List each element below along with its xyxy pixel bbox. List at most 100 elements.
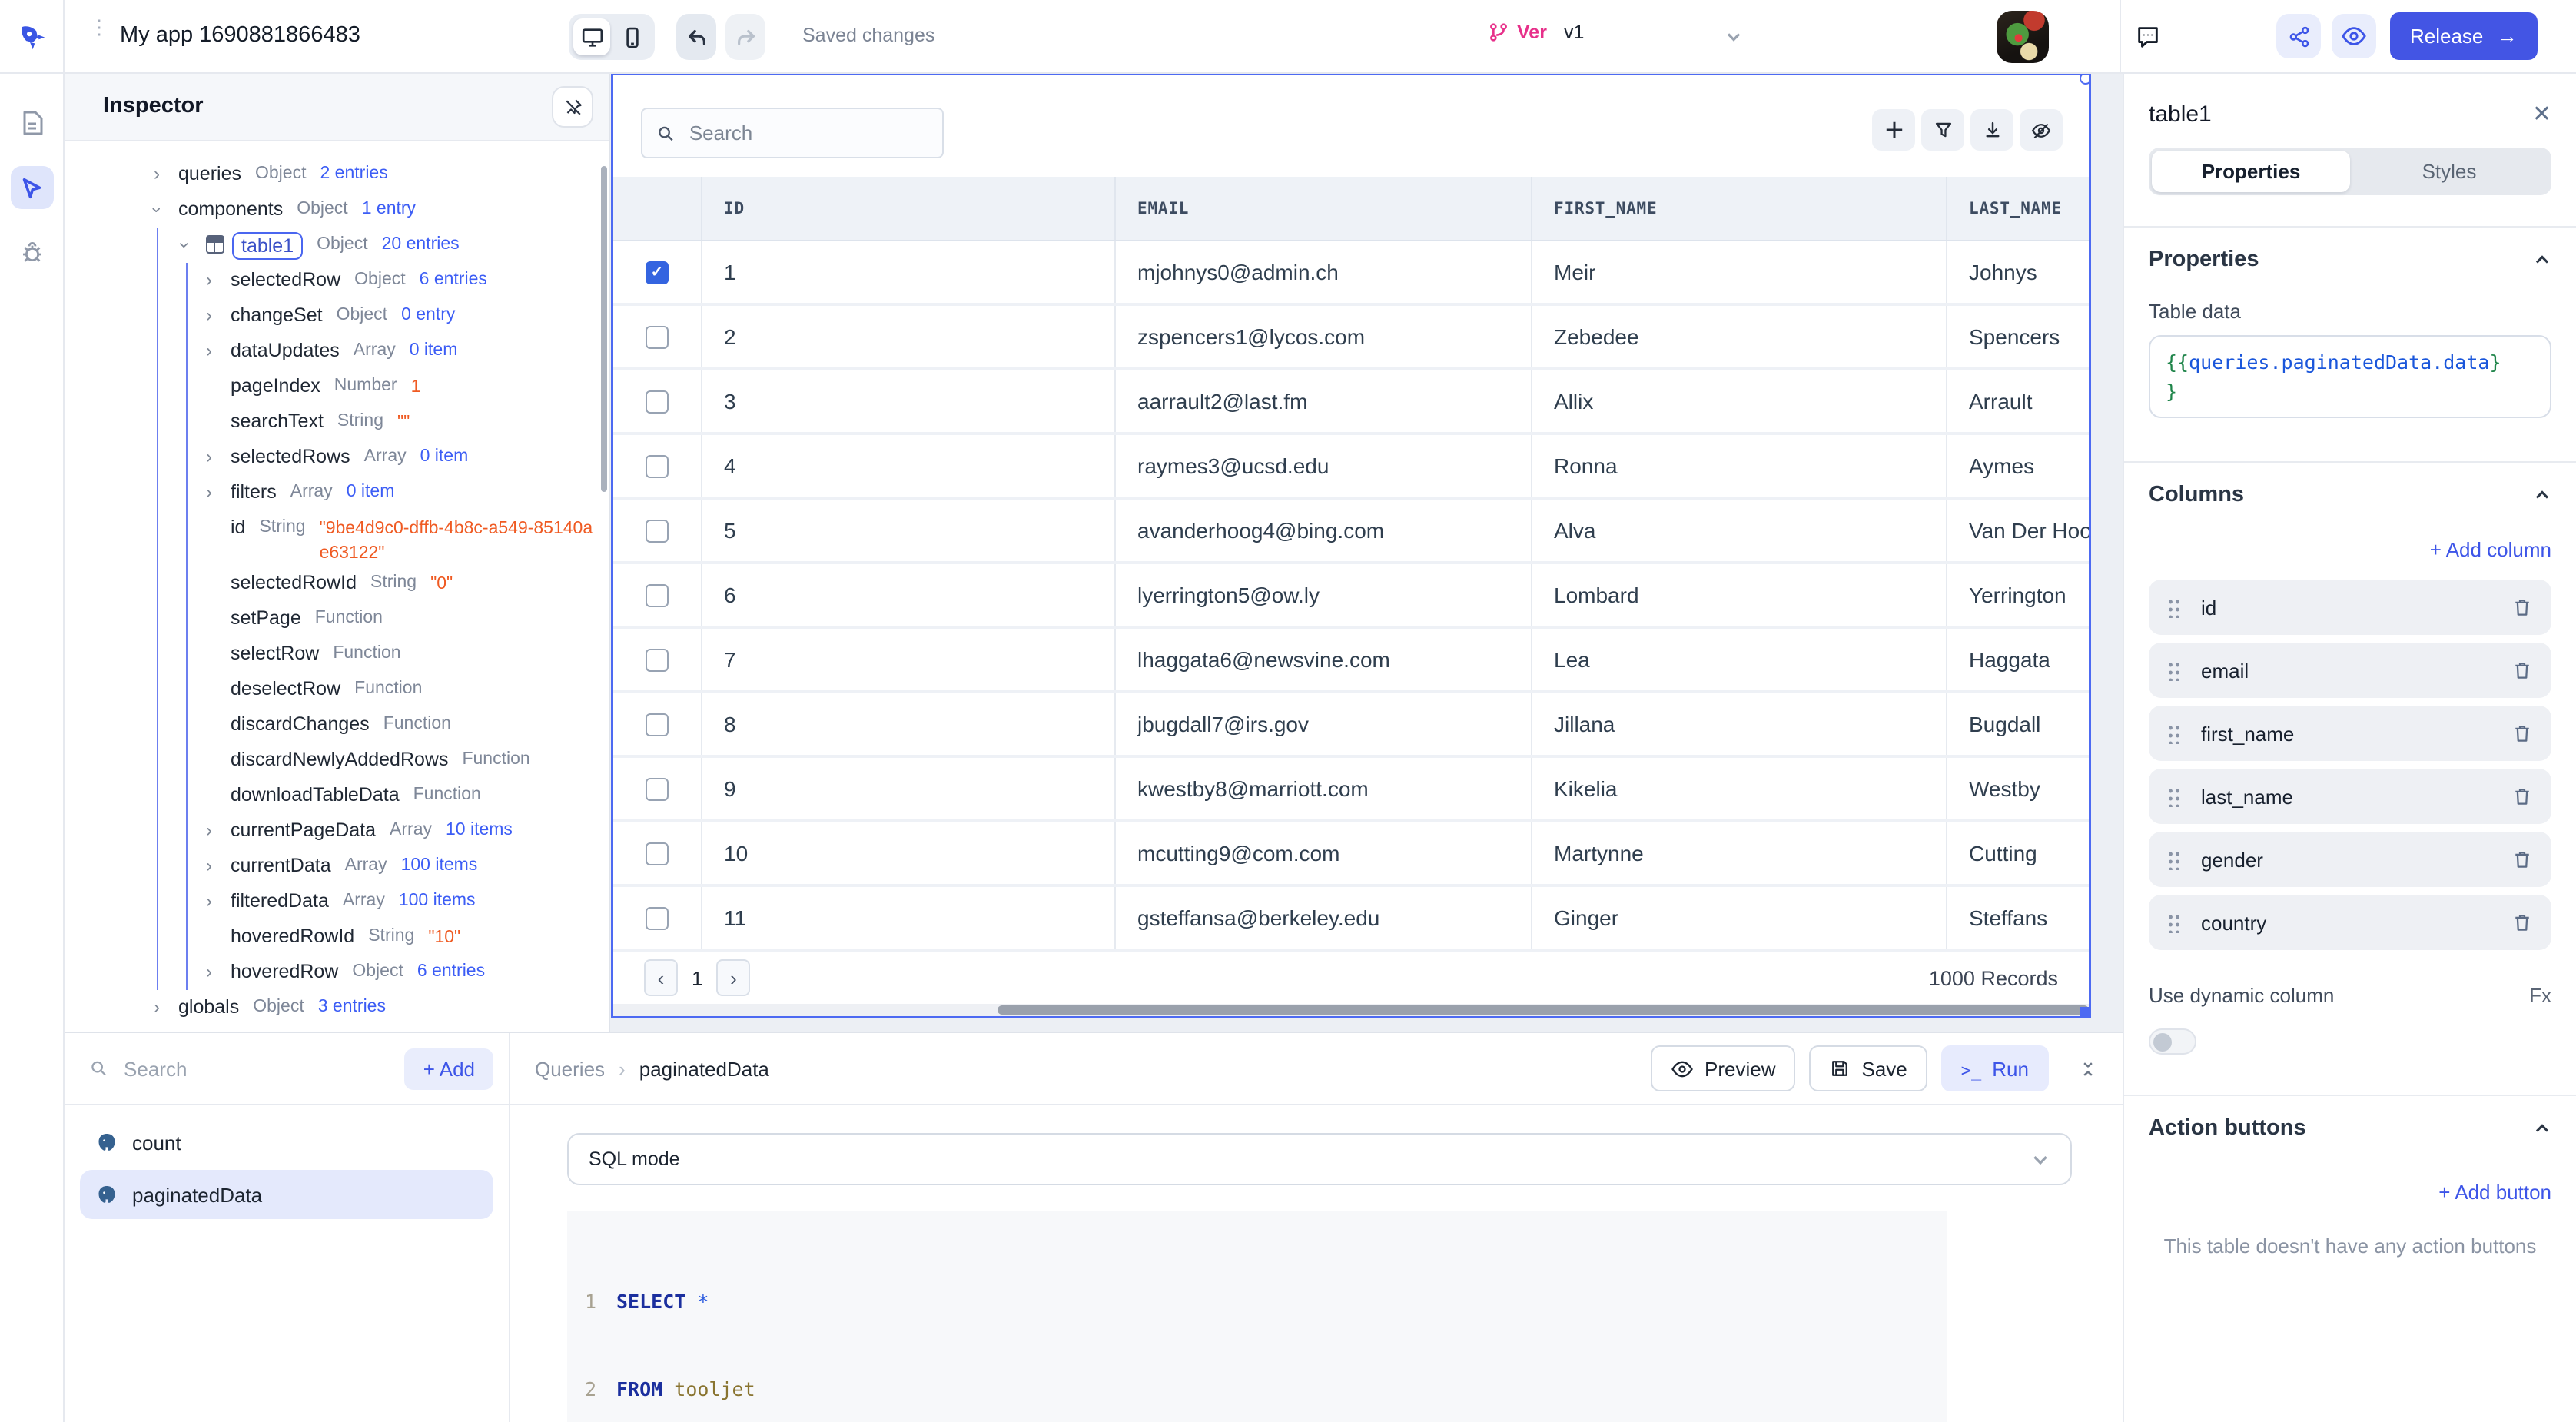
table-widget[interactable]: ID EMAIL FIRST_NAME LAST_NAME 1 mjohnys0… — [613, 75, 2089, 1016]
trash-icon[interactable] — [2511, 786, 2533, 807]
inspector-tree-item[interactable]: selectedRow Object 6 entries — [65, 263, 609, 298]
table-row[interactable]: 9 kwestby8@marriott.com Kikelia Westby — [613, 758, 2089, 822]
table-row[interactable]: 2 zspencers1@lycos.com Zebedee Spencers — [613, 306, 2089, 370]
table-row[interactable]: 1 mjohnys0@admin.ch Meir Johnys — [613, 241, 2089, 306]
inspector-tree-item[interactable]: id String "9be4d9c0-dffb-4b8c-a549-85140… — [65, 510, 609, 566]
column-item[interactable]: country — [2149, 895, 2551, 950]
unpin-button[interactable] — [552, 86, 593, 128]
chevron-icon[interactable] — [144, 1025, 169, 1032]
trash-icon[interactable] — [2511, 912, 2533, 933]
scrollbar-thumb[interactable] — [997, 1005, 2089, 1015]
comment-button[interactable] — [2135, 23, 2161, 49]
table-row[interactable]: 11 gsteffansa@berkeley.edu Ginger Steffa… — [613, 887, 2089, 952]
chevron-icon[interactable] — [197, 955, 221, 990]
cell-last-name[interactable]: Johnys — [1947, 241, 2089, 303]
table-row[interactable]: 3 aarrault2@last.fm Allix Arrault — [613, 370, 2089, 435]
table-row[interactable]: 8 jbugdall7@irs.gov Jillana Bugdall — [613, 693, 2089, 758]
trash-icon[interactable] — [2511, 723, 2533, 744]
cell-first-name[interactable]: Kikelia — [1532, 758, 1947, 819]
drag-handle-icon[interactable] — [2167, 912, 2181, 932]
fx-button[interactable]: Fx — [2529, 984, 2551, 1007]
next-page-button[interactable]: › — [716, 959, 750, 996]
cell-email[interactable]: lhaggata6@newsvine.com — [1116, 629, 1532, 690]
cell-email[interactable]: raymes3@ucsd.edu — [1116, 435, 1532, 497]
cell-email[interactable]: gsteffansa@berkeley.edu — [1116, 887, 1532, 949]
column-header[interactable]: LAST_NAME — [1947, 177, 2089, 240]
drag-handle-icon[interactable] — [2167, 597, 2181, 617]
run-button[interactable]: Run — [1941, 1045, 2049, 1091]
cell-first-name[interactable]: Alva — [1532, 500, 1947, 561]
cell-first-name[interactable]: Zebedee — [1532, 306, 1947, 367]
drag-handle-icon[interactable] — [2167, 849, 2181, 869]
cell-first-name[interactable]: Jillana — [1532, 693, 1947, 755]
query-list-item[interactable]: count — [80, 1118, 493, 1167]
preview-button[interactable]: Preview — [1651, 1045, 1796, 1091]
row-checkbox[interactable] — [646, 454, 669, 477]
debugger-button[interactable] — [10, 231, 53, 274]
column-header[interactable]: FIRST_NAME — [1532, 177, 1947, 240]
row-checkbox-cell[interactable] — [613, 500, 702, 561]
chevron-icon[interactable] — [144, 157, 169, 192]
cell-email[interactable]: aarrault2@last.fm — [1116, 370, 1532, 432]
row-checkbox-cell[interactable] — [613, 241, 702, 303]
inspector-tree-item[interactable]: filters Array 0 item — [65, 475, 609, 510]
app-title[interactable]: My app 1690881866483 — [120, 23, 360, 48]
query-mode-select[interactable]: SQL mode — [567, 1133, 2072, 1185]
chevron-up-icon[interactable] — [2533, 486, 2551, 504]
cell-first-name[interactable]: Ronna — [1532, 435, 1947, 497]
column-item[interactable]: gender — [2149, 832, 2551, 887]
table-search-input[interactable] — [686, 120, 928, 146]
download-button[interactable] — [1970, 109, 2013, 151]
collapse-panel-button[interactable] — [2078, 1058, 2098, 1078]
drag-handle-icon[interactable] — [2167, 660, 2181, 680]
chevron-icon[interactable] — [197, 334, 221, 369]
row-checkbox-cell[interactable] — [613, 306, 702, 367]
add-row-button[interactable] — [1872, 109, 1915, 151]
inspector-tree-item[interactable]: currentPageData Array 10 items — [65, 813, 609, 849]
cell-id[interactable]: 5 — [702, 500, 1116, 561]
hide-columns-button[interactable] — [2020, 109, 2063, 151]
inspector-tree-item[interactable]: deselectRow Function — [65, 672, 609, 707]
filter-button[interactable] — [1921, 109, 1964, 151]
app-canvas[interactable]: ID EMAIL FIRST_NAME LAST_NAME 1 mjohnys0… — [610, 74, 2123, 1032]
chevron-icon[interactable] — [172, 228, 197, 263]
cell-email[interactable]: mcutting9@com.com — [1116, 822, 1532, 884]
mobile-toggle-button[interactable] — [613, 18, 650, 55]
cell-last-name[interactable]: Haggata — [1947, 629, 2089, 690]
row-checkbox[interactable] — [646, 648, 669, 671]
inspector-tree-item[interactable]: components Object 1 entry — [65, 192, 609, 228]
inspector-tree-item[interactable]: currentData Array 100 items — [65, 849, 609, 884]
horizontal-scrollbar[interactable] — [613, 1004, 2089, 1016]
table-row[interactable]: 5 avanderhoog4@bing.com Alva Van Der Hoo… — [613, 500, 2089, 564]
cell-first-name[interactable]: Allix — [1532, 370, 1947, 432]
cell-id[interactable]: 2 — [702, 306, 1116, 367]
row-checkbox-cell[interactable] — [613, 887, 702, 949]
inspector-tree-item[interactable]: queries Object 2 entries — [65, 157, 609, 192]
table-row[interactable]: 7 lhaggata6@newsvine.com Lea Haggata — [613, 629, 2089, 693]
row-checkbox-cell[interactable] — [613, 822, 702, 884]
table-search[interactable] — [641, 108, 944, 158]
inspector-tree-item[interactable]: downloadTableData Function — [65, 778, 609, 813]
inspector-scrollbar[interactable] — [601, 166, 607, 492]
inspector-tree-item[interactable]: discardNewlyAddedRows Function — [65, 743, 609, 778]
cell-id[interactable]: 8 — [702, 693, 1116, 755]
chevron-icon[interactable] — [144, 990, 169, 1025]
prev-page-button[interactable]: ‹ — [644, 959, 678, 996]
query-list-item[interactable]: paginatedData — [80, 1170, 493, 1219]
chevron-up-icon[interactable] — [2533, 1119, 2551, 1138]
preview-eye-button[interactable] — [2332, 14, 2376, 58]
tab-properties[interactable]: Properties — [2152, 151, 2350, 192]
version-selector[interactable]: Ver v1 — [1488, 22, 1584, 43]
query-search-input[interactable] — [121, 1055, 393, 1081]
column-header[interactable]: EMAIL — [1116, 177, 1532, 240]
chevron-icon[interactable] — [197, 298, 221, 334]
row-checkbox[interactable] — [646, 583, 669, 606]
inspector-tree-item[interactable]: discardChanges Function — [65, 707, 609, 743]
table-row[interactable]: 10 mcutting9@com.com Martynne Cutting — [613, 822, 2089, 887]
table-data-input[interactable]: {{queries.paginatedData.data}} — [2149, 335, 2551, 418]
column-item[interactable]: last_name — [2149, 769, 2551, 824]
inspector-tree-item[interactable]: pageIndex Number 1 — [65, 369, 609, 404]
cell-email[interactable]: jbugdall7@irs.gov — [1116, 693, 1532, 755]
inspector-tree-item[interactable]: searchText String "" — [65, 404, 609, 440]
row-checkbox-cell[interactable] — [613, 758, 702, 819]
